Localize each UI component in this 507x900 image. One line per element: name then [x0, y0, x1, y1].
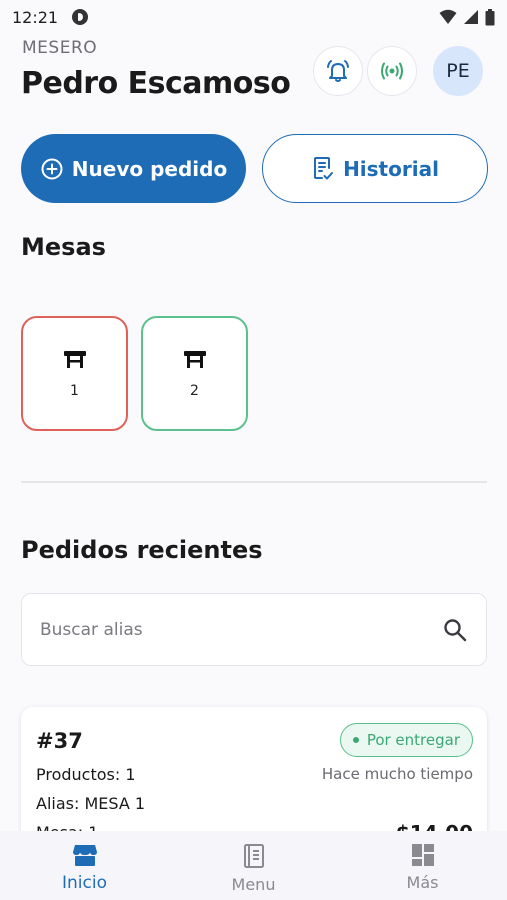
app-notification-icon: [72, 9, 89, 25]
nav-item-inicio[interactable]: Inicio: [0, 831, 169, 900]
notifications-button[interactable]: [313, 46, 363, 96]
nav-label-mas: Más: [406, 873, 439, 892]
dashboard-icon: [411, 844, 434, 866]
status-time: 12:21: [12, 7, 59, 27]
search-box[interactable]: [21, 593, 487, 666]
bell-alert-icon: [327, 60, 349, 82]
order-alias: Alias: MESA 1: [36, 794, 146, 813]
nav-label-inicio: Inicio: [62, 873, 107, 893]
user-role: MESERO: [22, 38, 98, 58]
connection-button[interactable]: [367, 46, 417, 96]
battery-icon: [485, 8, 495, 25]
table-number: 1: [70, 382, 79, 399]
order-time: Hace mucho tiempo: [321, 765, 473, 783]
wifi-icon: [439, 9, 457, 24]
order-id: #37: [36, 729, 83, 753]
search-input[interactable]: [40, 619, 442, 640]
avatar[interactable]: PE: [433, 46, 483, 96]
menu-book-icon: [243, 844, 264, 868]
history-button[interactable]: Historial: [262, 134, 488, 203]
bottom-nav: Inicio Menu Más: [0, 831, 507, 900]
order-card[interactable]: #37 Por entregar Productos: 1 Hace mucho…: [21, 707, 487, 847]
status-icons: [439, 8, 495, 26]
order-products: Productos: 1: [36, 765, 136, 784]
add-circle-icon: [41, 158, 63, 179]
table-icon: [183, 350, 206, 368]
nav-item-menu[interactable]: Menu: [169, 831, 338, 900]
receipt-check-icon: [314, 156, 334, 179]
status-badge-label: Por entregar: [366, 731, 460, 749]
section-divider: [21, 481, 487, 483]
table-number: 2: [190, 382, 199, 399]
orders-section-title: Pedidos recientes: [21, 536, 263, 564]
signal-icon: [464, 10, 478, 24]
status-dot-icon: [352, 737, 359, 743]
new-order-label: Nuevo pedido: [71, 156, 228, 181]
nav-item-mas[interactable]: Más: [338, 831, 507, 900]
status-badge: Por entregar: [339, 723, 473, 757]
store-icon: [72, 845, 97, 866]
search-icon[interactable]: [442, 617, 468, 643]
new-order-button[interactable]: Nuevo pedido: [21, 134, 246, 203]
history-label: Historial: [343, 156, 439, 181]
table-card-1[interactable]: 1: [21, 316, 128, 431]
status-bar: 12:21: [0, 0, 507, 34]
broadcast-icon: [381, 62, 403, 80]
table-card-2[interactable]: 2: [141, 316, 248, 431]
tables-section-title: Mesas: [21, 233, 106, 261]
user-name: Pedro Escamoso: [21, 66, 291, 101]
table-icon: [63, 350, 86, 368]
nav-label-menu: Menu: [231, 875, 276, 894]
